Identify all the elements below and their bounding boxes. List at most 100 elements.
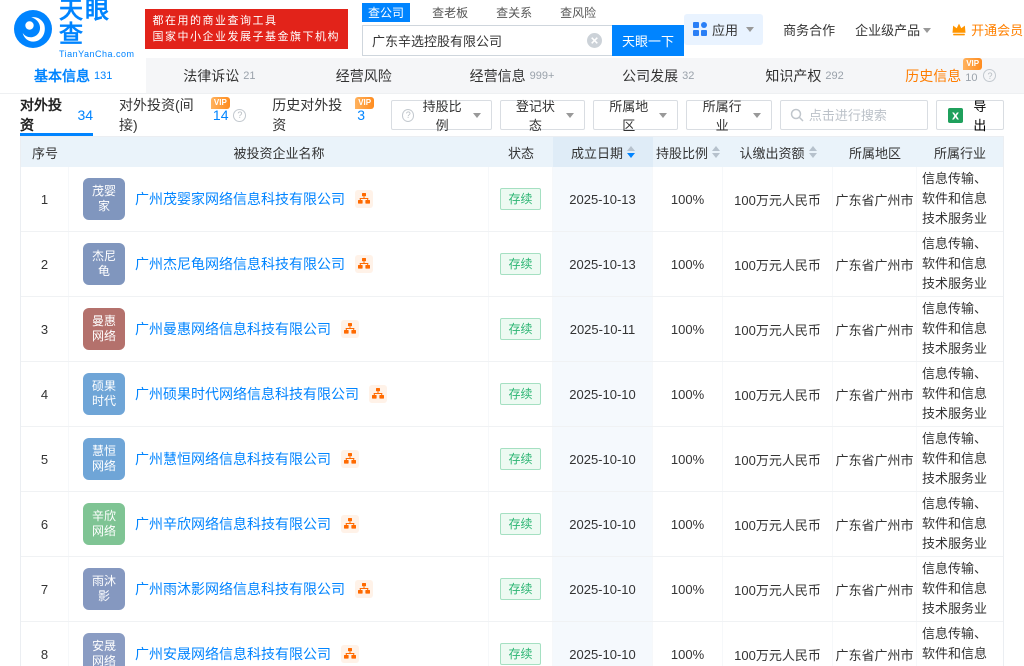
status-badge: 存续 (500, 513, 541, 535)
company-name-link[interactable]: 广州安晟网络信息科技有限公司 (135, 644, 331, 664)
search-button[interactable]: 天眼一下 (612, 24, 685, 56)
export-button[interactable]: X 导出 (935, 99, 1004, 133)
tab-operating-info[interactable]: 经营信息 999+ (439, 58, 585, 93)
filter-industry[interactable]: 所属行业 (686, 99, 772, 133)
company-avatar[interactable]: 硕果 时代 (83, 373, 125, 415)
col-shareholding-ratio[interactable]: 持股比例 (653, 137, 723, 167)
subscribed-capital: 100万元人民币 (723, 362, 833, 426)
filter-registration-status[interactable]: 登记状态 (499, 99, 586, 133)
equity-chart-icon[interactable] (341, 515, 359, 533)
subscribed-capital: 100万元人民币 (723, 622, 833, 666)
equity-chart-icon[interactable] (341, 320, 359, 338)
help-icon[interactable] (233, 108, 247, 122)
company-name-link[interactable]: 广州雨沐影网络信息科技有限公司 (135, 579, 345, 599)
business-cooperation-link[interactable]: 商务合作 (783, 20, 835, 39)
col-subscribed-capital[interactable]: 认缴出资额 (723, 137, 833, 167)
clear-input-icon[interactable] (587, 32, 603, 48)
equity-chart-icon[interactable] (355, 255, 373, 273)
company-cell: 硕果 时代 广州硕果时代网络信息科技有限公司 (69, 362, 489, 426)
equity-chart-icon[interactable] (341, 645, 359, 663)
equity-chart-icon[interactable] (341, 450, 359, 468)
search-tab-boss[interactable]: 查老板 (426, 3, 474, 22)
company-avatar[interactable]: 慧恒 网络 (83, 438, 125, 480)
open-vip-link[interactable]: 开通会员 (951, 20, 1024, 39)
col-status: 状态 (507, 145, 534, 161)
shareholding-ratio: 100% (653, 362, 723, 426)
vip-badge: VIP (963, 57, 983, 70)
company-avatar[interactable]: 雨沐 影 (83, 568, 125, 610)
tab-history-info[interactable]: 历史信息 VIP 10 (878, 57, 1024, 93)
apps-menu[interactable]: 应用 (684, 13, 764, 45)
brand-slogan: 都在用的商业查询工具 国家中小企业发展子基金旗下机构 (144, 9, 349, 49)
region: 广东省广州市 (833, 297, 917, 361)
tab-company-development[interactable]: 公司发展 32 (585, 58, 731, 93)
established-date: 2025-10-13 (553, 167, 653, 231)
status-cell: 存续 (489, 297, 553, 361)
subtab-outbound-investment[interactable]: 对外投资 34 (20, 94, 94, 136)
equity-chart-icon[interactable] (355, 580, 373, 598)
company-name-link[interactable]: 广州辛欣网络信息科技有限公司 (135, 514, 331, 534)
logo-title: 天眼查 (59, 0, 111, 48)
established-date: 2025-10-10 (553, 557, 653, 621)
company-avatar[interactable]: 杰尼 龟 (83, 243, 125, 285)
filter-bar: 持股比例 登记状态 所属地区 所属行业 X 导出 (391, 99, 1004, 133)
investment-section: 对外投资 34 对外投资(间接) VIP 14 历史对外投资 VIP 3 持股比… (20, 94, 1004, 666)
company-name-link[interactable]: 广州杰尼龟网络信息科技有限公司 (135, 254, 345, 274)
subtab-historical-investment[interactable]: 历史对外投资 VIP 3 (272, 94, 375, 136)
search-input[interactable] (362, 24, 613, 56)
search-tab-risk[interactable]: 查风险 (554, 3, 602, 22)
chevron-down-icon (472, 112, 481, 122)
shareholding-ratio: 100% (653, 622, 723, 666)
status-cell: 存续 (489, 167, 553, 231)
subscribed-capital: 100万元人民币 (723, 492, 833, 556)
company-name-link[interactable]: 广州曼惠网络信息科技有限公司 (135, 319, 331, 339)
status-badge: 存续 (500, 188, 541, 210)
table-search-box[interactable] (779, 100, 928, 130)
tab-legal-proceedings[interactable]: 法律诉讼 21 (146, 58, 292, 93)
industry: 信息传输、软件和信息技术服务业 (922, 626, 988, 661)
sort-icons (712, 146, 720, 158)
company-name-link[interactable]: 广州慧恒网络信息科技有限公司 (135, 449, 331, 469)
company-cell: 杰尼 龟 广州杰尼龟网络信息科技有限公司 (69, 232, 489, 296)
shareholding-ratio: 100% (653, 557, 723, 621)
company-avatar[interactable]: 安晟 网络 (83, 633, 125, 666)
tianyancha-logo[interactable]: 天眼查 TianYanCha.com (14, 0, 135, 59)
enterprise-products-link[interactable]: 企业级产品 (855, 20, 932, 39)
help-icon[interactable] (983, 69, 997, 82)
filter-shareholding-ratio[interactable]: 持股比例 (391, 99, 492, 133)
established-date: 2025-10-10 (553, 492, 653, 556)
region: 广东省广州市 (833, 557, 917, 621)
subscribed-capital: 100万元人民币 (723, 232, 833, 296)
established-date: 2025-10-10 (553, 362, 653, 426)
company-avatar[interactable]: 茂婴 家 (83, 178, 125, 220)
filter-region[interactable]: 所属地区 (593, 99, 679, 133)
table-header: 序号 被投资企业名称 状态 成立日期 持股比例 认缴出资额 所属地区 所属行业 (21, 137, 1003, 167)
region: 广东省广州市 (833, 427, 917, 491)
status-cell: 存续 (489, 622, 553, 666)
help-icon (402, 108, 415, 122)
company-cell: 慧恒 网络 广州慧恒网络信息科技有限公司 (69, 427, 489, 491)
company-avatar[interactable]: 曼惠 网络 (83, 308, 125, 350)
region: 广东省广州市 (833, 362, 917, 426)
company-name-link[interactable]: 广州硕果时代网络信息科技有限公司 (135, 384, 359, 404)
row-index: 1 (21, 167, 69, 231)
vip-badge: VIP (210, 97, 230, 109)
established-date: 2025-10-10 (553, 622, 653, 666)
company-cell: 安晟 网络 广州安晟网络信息科技有限公司 (69, 622, 489, 666)
company-name-link[interactable]: 广州茂婴家网络信息科技有限公司 (135, 189, 345, 209)
industry: 信息传输、软件和信息技术服务业 (922, 496, 988, 551)
search-tab-company[interactable]: 查公司 (362, 2, 411, 22)
tab-operating-risk[interactable]: 经营风险 (293, 58, 439, 93)
sort-icons (808, 146, 817, 158)
equity-chart-icon[interactable] (369, 385, 387, 403)
col-established-date[interactable]: 成立日期 (553, 137, 653, 167)
tab-intellectual-property[interactable]: 知识产权 292 (731, 58, 877, 93)
subtab-indirect-investment[interactable]: 对外投资(间接) VIP 14 (119, 94, 247, 136)
tab-basic-info[interactable]: 基本信息 131 (0, 58, 147, 93)
table-search-input[interactable] (808, 107, 919, 123)
search-tab-relation[interactable]: 查关系 (490, 3, 538, 22)
company-avatar[interactable]: 辛欣 网络 (83, 503, 125, 545)
equity-chart-icon[interactable] (355, 190, 373, 208)
subscribed-capital: 100万元人民币 (723, 557, 833, 621)
status-badge: 存续 (500, 643, 541, 665)
